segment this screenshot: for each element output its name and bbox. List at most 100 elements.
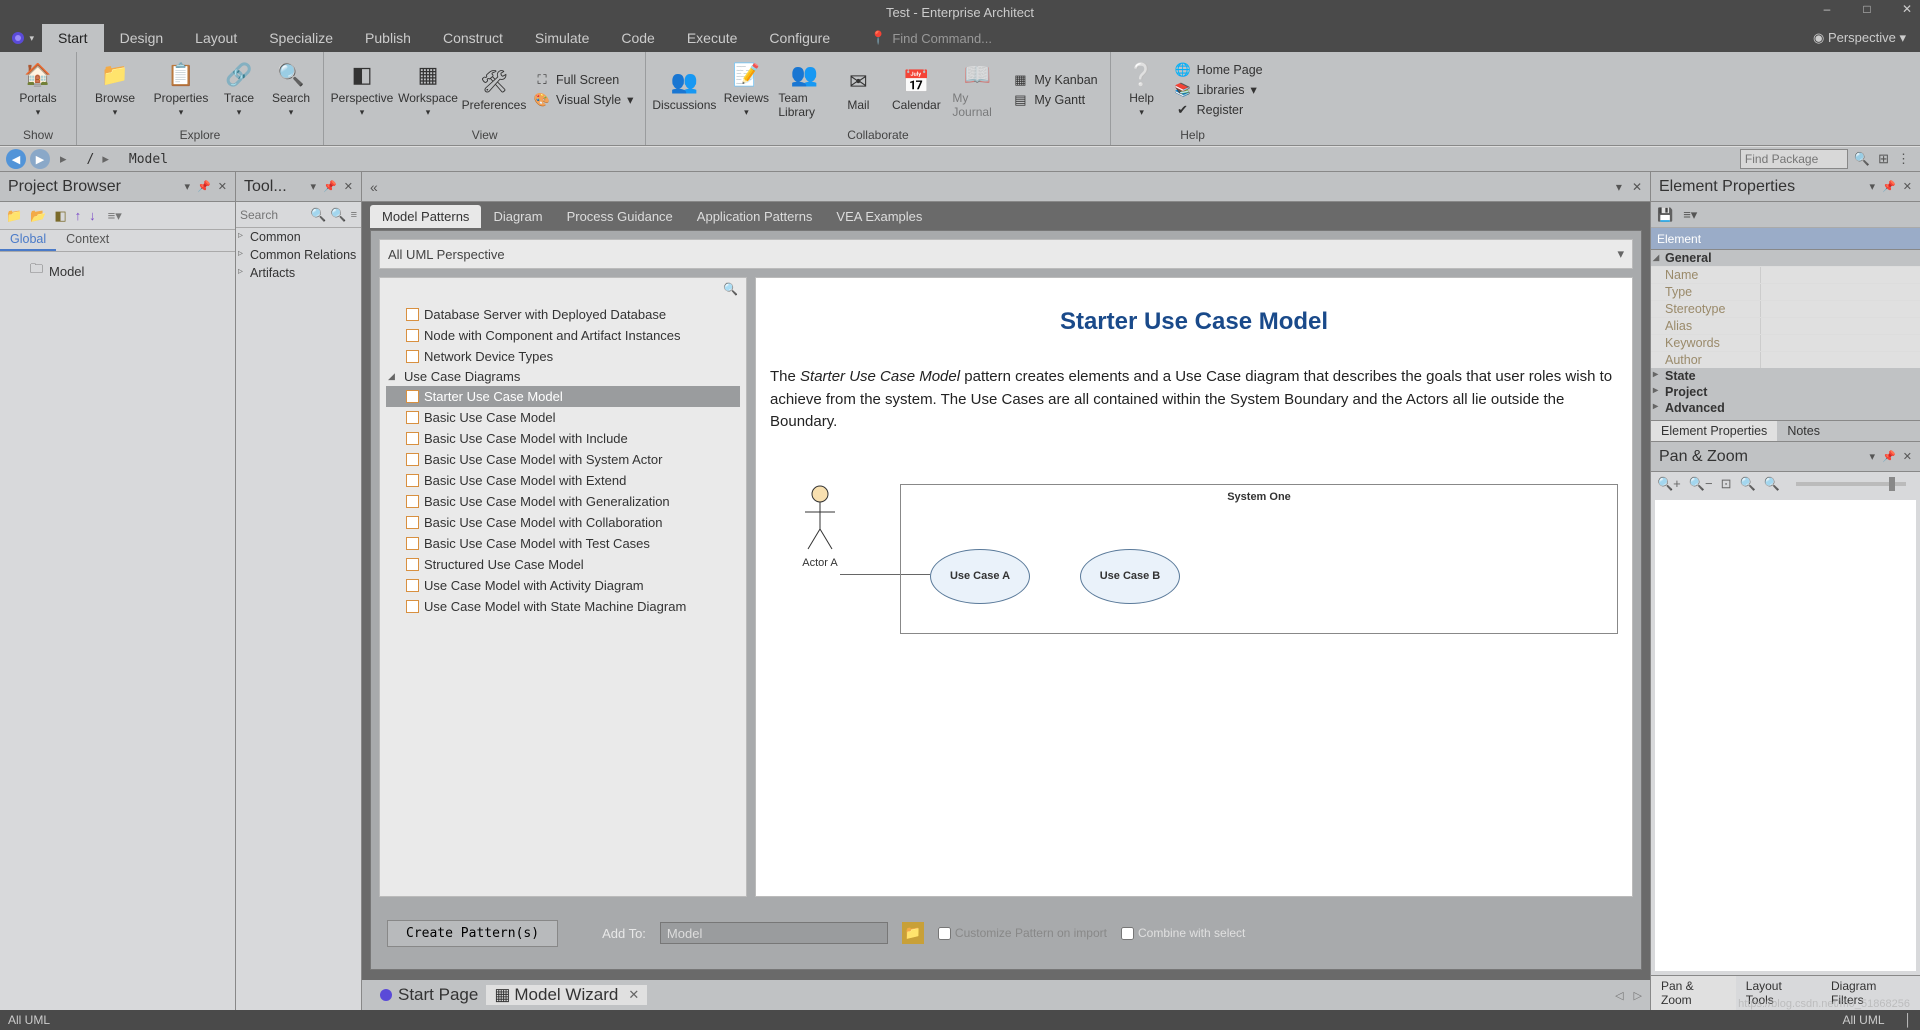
ep-section-state[interactable]: State — [1651, 368, 1920, 384]
find-package-input[interactable] — [1740, 149, 1848, 169]
pattern-item[interactable]: Use Case Model with Activity Diagram — [386, 575, 740, 596]
wizard-tab-vea-examples[interactable]: VEA Examples — [824, 205, 934, 228]
addto-input[interactable] — [660, 922, 888, 944]
down-icon[interactable]: ↓ — [89, 208, 96, 223]
find-command[interactable]: 📍 Find Command... — [870, 30, 992, 46]
panel-pin-icon[interactable]: 📌 — [197, 180, 211, 193]
tab-layout[interactable]: Layout — [179, 24, 253, 52]
pattern-item[interactable]: Use Case Model with State Machine Diagra… — [386, 596, 740, 617]
new-diagram-icon[interactable]: 📂 — [30, 208, 46, 224]
pz-dropdown-icon[interactable]: ▾ — [1870, 450, 1876, 463]
ep-category[interactable]: Element — [1651, 228, 1920, 250]
tab-publish[interactable]: Publish — [349, 24, 427, 52]
wizard-tab-process-guidance[interactable]: Process Guidance — [555, 205, 685, 228]
ep-val-type[interactable] — [1761, 284, 1920, 300]
new-element-icon[interactable]: ◧ — [54, 208, 66, 224]
modelwizard-tab[interactable]: ▦ Model Wizard ✕ — [486, 985, 647, 1005]
toolbox-pin-icon[interactable]: 📌 — [323, 180, 337, 193]
register-button[interactable]: ✔Register — [1171, 101, 1267, 119]
zoom-page-icon[interactable]: 🔍 — [1764, 476, 1780, 492]
perspective-dropdown[interactable]: All UML Perspective ▾ — [379, 239, 1633, 269]
gantt-button[interactable]: ▤My Gantt — [1008, 91, 1101, 109]
pattern-item[interactable]: Basic Use Case Model with Collaboration — [386, 512, 740, 533]
ep-dropdown-icon[interactable]: ▾ — [1870, 180, 1876, 193]
pattern-item[interactable]: Network Device Types — [386, 346, 740, 367]
panel-close-icon[interactable]: ✕ — [218, 180, 227, 193]
discussions-button[interactable]: 👥Discussions — [654, 68, 714, 112]
pattern-item[interactable]: Basic Use Case Model with Generalization — [386, 491, 740, 512]
customize-checkbox[interactable]: Customize Pattern on import — [938, 926, 1107, 940]
portals-button[interactable]: 🏠 Portals▾ — [8, 61, 68, 118]
homepage-button[interactable]: 🌐Home Page — [1171, 61, 1267, 79]
new-package-icon[interactable]: 📁 — [6, 208, 22, 224]
pattern-item[interactable]: Basic Use Case Model with System Actor — [386, 449, 740, 470]
ep-section-project[interactable]: Project — [1651, 384, 1920, 400]
up-icon[interactable]: ↑ — [75, 208, 82, 223]
tab-start[interactable]: Start — [42, 24, 104, 52]
ep-val-author[interactable] — [1761, 352, 1920, 368]
center-dropdown-icon[interactable]: ▾ — [1616, 180, 1622, 194]
tab-simulate[interactable]: Simulate — [519, 24, 605, 52]
ep-close-icon[interactable]: ✕ — [1903, 180, 1912, 193]
close-tab-icon[interactable]: ✕ — [628, 987, 639, 1003]
tab-specialize[interactable]: Specialize — [253, 24, 349, 52]
breadcrumb-model[interactable]: Model — [129, 152, 168, 167]
create-pattern-button[interactable]: Create Pattern(s) — [387, 920, 558, 947]
pattern-item[interactable]: Node with Component and Artifact Instanc… — [386, 325, 740, 346]
pattern-item[interactable]: Structured Use Case Model — [386, 554, 740, 575]
toolbox-item-common[interactable]: Common — [236, 228, 361, 246]
pattern-item[interactable]: Basic Use Case Model with Extend — [386, 470, 740, 491]
wizard-tab-application-patterns[interactable]: Application Patterns — [685, 205, 825, 228]
browse-button[interactable]: 📁Browse▾ — [85, 61, 145, 118]
pz-close-icon[interactable]: ✕ — [1903, 450, 1912, 463]
ep-val-stereotype[interactable] — [1761, 301, 1920, 317]
pz-tab-panzoom[interactable]: Pan & Zoom — [1651, 976, 1736, 1010]
pattern-item[interactable]: Basic Use Case Model with Include — [386, 428, 740, 449]
ep-tab-notes[interactable]: Notes — [1777, 421, 1830, 441]
tab-nav-right-icon[interactable]: ▷ — [1634, 989, 1642, 1002]
toolbox-search-icon2[interactable]: 🔍 — [330, 207, 346, 223]
pattern-item[interactable]: Database Server with Deployed Database — [386, 304, 740, 325]
panzoom-canvas[interactable] — [1655, 500, 1916, 971]
properties-button[interactable]: 📋Properties▾ — [151, 61, 211, 118]
tab-nav-left-icon[interactable]: ◁ — [1615, 989, 1623, 1002]
minimize-button[interactable]: – — [1818, 2, 1836, 16]
workspace-button[interactable]: ▦Workspace▾ — [398, 61, 458, 118]
pb-tab-context[interactable]: Context — [56, 230, 119, 251]
center-close-icon[interactable]: ✕ — [1632, 180, 1642, 194]
pattern-item[interactable]: Basic Use Case Model with Test Cases — [386, 533, 740, 554]
toolbox-search-icon[interactable]: 🔍 — [310, 207, 326, 223]
libraries-button[interactable]: 📚Libraries ▾ — [1171, 81, 1267, 99]
zoom-100-icon[interactable]: 🔍 — [1739, 476, 1755, 492]
wizard-tab-model-patterns[interactable]: Model Patterns — [370, 205, 481, 228]
app-icon[interactable]: ▾ — [10, 28, 34, 48]
ep-val-keywords[interactable] — [1761, 335, 1920, 351]
ep-tab-properties[interactable]: Element Properties — [1651, 421, 1777, 441]
tab-construct[interactable]: Construct — [427, 24, 519, 52]
pattern-category-usecase[interactable]: Use Case Diagrams — [386, 367, 740, 386]
reviews-button[interactable]: 📝Reviews▾ — [720, 61, 772, 118]
search-button[interactable]: 🔍Search▾ — [267, 61, 315, 118]
panel-dropdown-icon[interactable]: ▾ — [185, 180, 191, 193]
pb-tab-global[interactable]: Global — [0, 230, 56, 251]
nav-forward-button[interactable]: ▶ — [30, 149, 50, 169]
pz-pin-icon[interactable]: 📌 — [1882, 450, 1896, 463]
ep-pin-icon[interactable]: 📌 — [1882, 180, 1896, 193]
pattern-item[interactable]: Basic Use Case Model — [386, 407, 740, 428]
toolbox-menu-icon[interactable]: ≡ — [351, 209, 357, 221]
save-icon[interactable]: 💾 — [1657, 207, 1673, 223]
collapse-chevron-icon[interactable]: « — [370, 179, 378, 195]
ep-val-alias[interactable] — [1761, 318, 1920, 334]
toolbox-item-common-relations[interactable]: Common Relations — [236, 246, 361, 264]
menu-icon[interactable]: ⋮ — [1897, 151, 1910, 167]
calendar-button[interactable]: 📅Calendar — [886, 68, 946, 112]
visualstyle-button[interactable]: 🎨Visual Style ▾ — [530, 91, 637, 109]
model-root-node[interactable]: 🗀 Model — [6, 258, 229, 284]
browse-folder-button[interactable]: 📁 — [902, 922, 924, 944]
help-button[interactable]: ❔Help▾ — [1119, 61, 1165, 118]
nav-back-button[interactable]: ◀ — [6, 149, 26, 169]
startpage-tab[interactable]: Start Page — [370, 985, 486, 1005]
tab-code[interactable]: Code — [605, 24, 670, 52]
view-options-icon[interactable]: ⊞ — [1878, 151, 1889, 167]
zoom-slider[interactable] — [1796, 482, 1906, 486]
